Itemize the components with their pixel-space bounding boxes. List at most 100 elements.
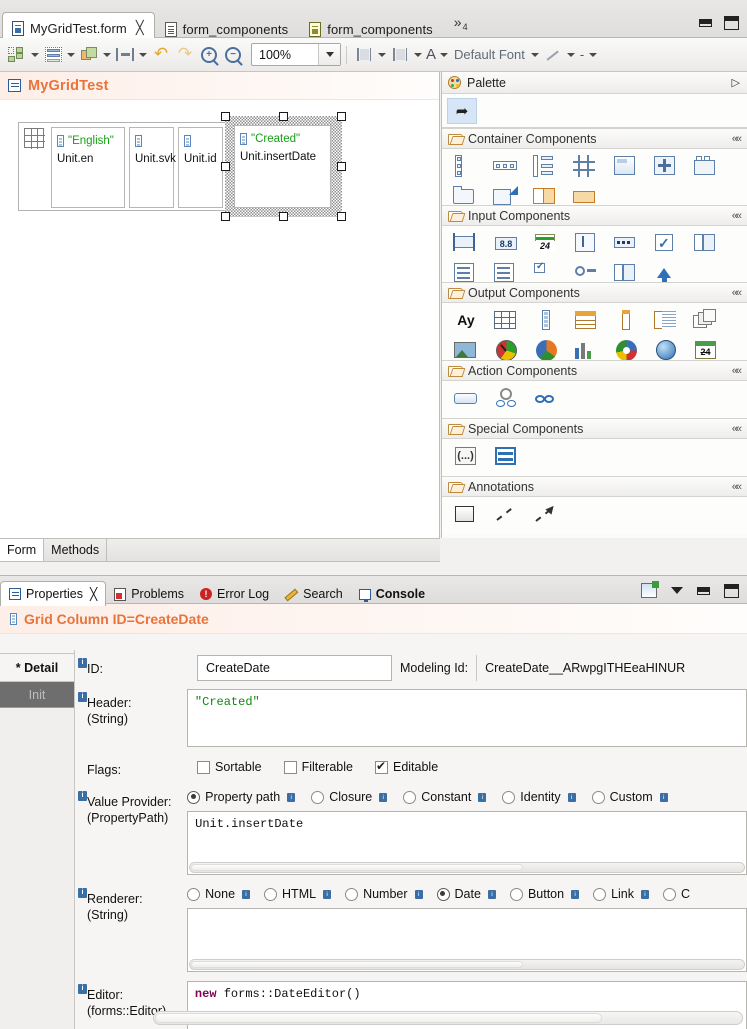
view-tab-error-log[interactable]: ! Error Log bbox=[192, 582, 277, 606]
check-list-icon[interactable]: ✓ bbox=[526, 258, 566, 282]
grid-column-id[interactable]: Unit.id bbox=[178, 127, 223, 208]
radio-icon[interactable] bbox=[591, 790, 605, 804]
resize-handle-nw[interactable] bbox=[221, 112, 230, 121]
add-panel-icon[interactable] bbox=[646, 151, 686, 181]
donut-chart-icon[interactable] bbox=[606, 335, 646, 360]
action-gear-icon[interactable] bbox=[486, 383, 526, 413]
id-field[interactable]: CreateDate bbox=[197, 655, 392, 681]
collapse-icon[interactable]: «« bbox=[732, 365, 742, 377]
grid-column-english[interactable]: "English" Unit.en bbox=[51, 127, 125, 208]
font-color-label[interactable]: A bbox=[424, 46, 438, 63]
info-badge-icon[interactable]: i bbox=[287, 792, 296, 802]
chevron-down-icon[interactable] bbox=[101, 44, 113, 66]
palette-group-annotations[interactable]: Annotations «« bbox=[442, 476, 747, 497]
bar-chart-icon[interactable] bbox=[566, 335, 606, 360]
collapse-icon[interactable]: «« bbox=[732, 423, 742, 435]
palette-group-output[interactable]: Output Components «« bbox=[442, 282, 747, 303]
palette-pin-icon[interactable]: ▷ bbox=[732, 76, 740, 89]
palette-group-input[interactable]: Input Components «« bbox=[442, 205, 747, 226]
flag-filterable[interactable]: Filterable bbox=[283, 760, 353, 774]
distribute-rows-icon[interactable] bbox=[41, 43, 65, 67]
horizontal-scrollbar[interactable] bbox=[189, 959, 745, 970]
side-tab-init[interactable]: Init bbox=[0, 682, 74, 708]
separator-icon[interactable] bbox=[486, 441, 526, 471]
chevron-down-icon[interactable] bbox=[318, 44, 340, 65]
rnd-button[interactable]: Button i bbox=[509, 887, 580, 901]
rnd-html[interactable]: HTML i bbox=[264, 887, 332, 901]
info-badge-icon[interactable]: i bbox=[414, 889, 423, 899]
zoom-level-combo[interactable]: 100% bbox=[251, 43, 341, 66]
chevron-down-icon[interactable] bbox=[671, 587, 683, 594]
list-box-icon[interactable] bbox=[446, 258, 486, 282]
collapse-icon[interactable]: «« bbox=[732, 210, 742, 222]
info-badge-icon[interactable]: i bbox=[78, 692, 87, 702]
grid-column-svk[interactable]: Unit.svk bbox=[129, 127, 176, 208]
redo-icon[interactable]: ↷ bbox=[173, 43, 197, 67]
info-badge-icon[interactable]: i bbox=[379, 792, 388, 802]
minimize-icon[interactable] bbox=[699, 19, 712, 27]
image-icon[interactable] bbox=[446, 335, 486, 360]
maximize-icon[interactable] bbox=[724, 16, 739, 30]
multi-list-icon[interactable] bbox=[486, 258, 526, 282]
tab-overflow-button[interactable]: » 4 bbox=[444, 14, 474, 38]
grid-column-createdate-selection[interactable]: "Created" Unit.insertDate bbox=[221, 112, 346, 221]
pie-chart-icon[interactable] bbox=[526, 335, 566, 360]
radio-selected-icon[interactable] bbox=[187, 790, 201, 804]
browser-icon[interactable] bbox=[646, 335, 686, 360]
tree-grid-icon[interactable] bbox=[646, 305, 686, 335]
spacing-tool[interactable] bbox=[113, 42, 149, 68]
align-vertical-icon[interactable] bbox=[388, 43, 412, 67]
resize-handle-n[interactable] bbox=[279, 112, 288, 121]
window-icon[interactable] bbox=[566, 181, 606, 205]
close-icon[interactable]: ╳ bbox=[136, 21, 144, 36]
info-badge-icon[interactable]: i bbox=[478, 792, 487, 802]
duplicate-icon[interactable] bbox=[77, 43, 101, 67]
radio-icon[interactable] bbox=[345, 887, 359, 901]
resize-handle-e[interactable] bbox=[337, 162, 346, 171]
radio-icon[interactable] bbox=[593, 887, 607, 901]
table-icon[interactable] bbox=[486, 305, 526, 335]
resize-handle-se[interactable] bbox=[337, 212, 346, 221]
zoom-in-icon[interactable]: + bbox=[197, 43, 221, 67]
form-editor-canvas[interactable]: MyGridTest "English" Unit.en Unit.svk Un… bbox=[0, 72, 440, 538]
radio-icon[interactable] bbox=[187, 887, 201, 901]
flag-editable[interactable]: Editable bbox=[374, 759, 438, 774]
value-provider-editor[interactable]: Unit.insertDate bbox=[187, 811, 747, 875]
undo-icon[interactable]: ↶ bbox=[149, 43, 173, 67]
dashed-arrow-icon[interactable] bbox=[526, 499, 566, 529]
new-console-icon[interactable] bbox=[641, 581, 659, 598]
radio-icon[interactable] bbox=[311, 790, 325, 804]
properties-horizontal-scrollbar[interactable] bbox=[153, 1011, 743, 1025]
checkbox-icon[interactable] bbox=[197, 760, 210, 774]
file-upload-icon[interactable] bbox=[646, 258, 686, 282]
checkbox-icon[interactable] bbox=[283, 760, 297, 774]
info-badge-icon[interactable]: i bbox=[659, 792, 668, 802]
checkbox-checked-icon[interactable] bbox=[374, 759, 388, 774]
header-editor[interactable]: "Created" bbox=[186, 689, 747, 747]
horizontal-scrollbar[interactable] bbox=[189, 862, 745, 873]
radio-icon[interactable] bbox=[264, 887, 278, 901]
date-field-icon[interactable]: 24 bbox=[526, 228, 566, 258]
text-field-icon[interactable] bbox=[446, 228, 486, 258]
radio-icon[interactable] bbox=[502, 790, 516, 804]
button-icon[interactable] bbox=[446, 383, 486, 413]
grid-column-createdate[interactable]: "Created" Unit.insertDate bbox=[234, 125, 331, 208]
info-badge-icon[interactable]: i bbox=[242, 889, 251, 899]
expression-icon[interactable]: (...) bbox=[446, 441, 486, 471]
chevron-down-icon[interactable] bbox=[376, 44, 388, 66]
flag-sortable[interactable]: Sortable bbox=[197, 760, 262, 774]
tab-folder-icon[interactable] bbox=[686, 151, 726, 181]
column-icon[interactable] bbox=[526, 305, 566, 335]
palette-group-special[interactable]: Special Components «« bbox=[442, 418, 747, 439]
stack-icon[interactable] bbox=[686, 305, 726, 335]
dashed-line-icon[interactable] bbox=[486, 499, 526, 529]
info-badge-icon[interactable]: i bbox=[323, 889, 332, 899]
resize-handle-s[interactable] bbox=[279, 212, 288, 221]
collapse-icon[interactable]: «« bbox=[732, 133, 742, 145]
info-badge-icon[interactable]: i bbox=[78, 791, 87, 801]
info-badge-icon[interactable]: i bbox=[78, 658, 87, 668]
vp-constant[interactable]: Constant i bbox=[403, 790, 487, 804]
palette-group-container[interactable]: Container Components «« bbox=[442, 128, 747, 149]
number-field-icon[interactable]: 8.8 bbox=[486, 228, 526, 258]
view-tab-properties[interactable]: Properties ╳ bbox=[0, 581, 107, 606]
